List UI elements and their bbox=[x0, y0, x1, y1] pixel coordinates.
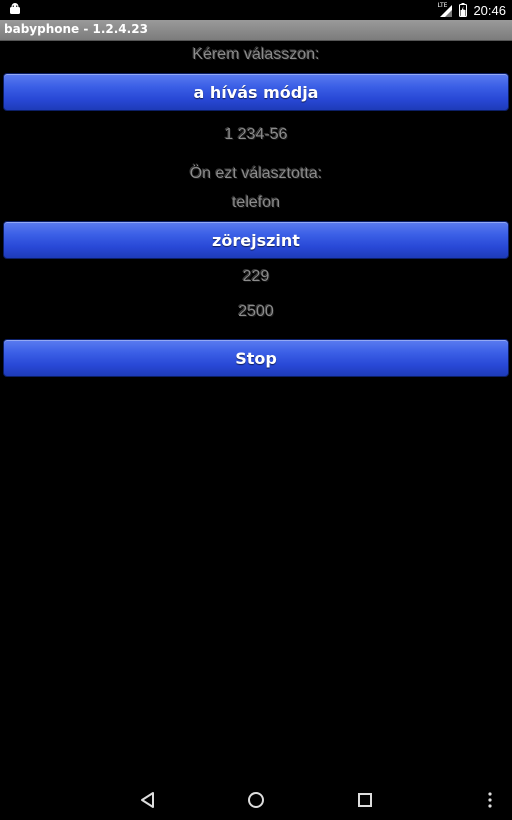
app-title-bar: babyphone - 1.2.4.23 bbox=[0, 20, 512, 41]
noise-level-button[interactable]: zörejszint bbox=[3, 221, 509, 259]
navigation-bar bbox=[0, 780, 512, 820]
prompt-label: Kérem válasszon: bbox=[192, 46, 320, 63]
selected-value: telefon bbox=[231, 194, 281, 211]
recents-icon[interactable] bbox=[355, 790, 375, 810]
overflow-menu-icon[interactable] bbox=[480, 790, 500, 810]
app-title: babyphone - 1.2.4.23 bbox=[4, 22, 148, 36]
threshold-value: 2500 bbox=[238, 303, 274, 320]
status-bar: LTE 20:46 bbox=[0, 0, 512, 20]
screen: LTE 20:46 babyphone - 1.2.4.23 Kérem vál… bbox=[0, 0, 512, 820]
status-right-group: LTE 20:46 bbox=[437, 0, 506, 20]
home-icon[interactable] bbox=[246, 790, 266, 810]
android-notification-icon bbox=[10, 3, 20, 14]
stop-button[interactable]: Stop bbox=[3, 339, 509, 377]
clock: 20:46 bbox=[473, 2, 506, 18]
battery-icon bbox=[459, 3, 468, 17]
signal-icon: LTE bbox=[437, 2, 453, 17]
selected-label: Ön ezt választotta: bbox=[189, 165, 323, 182]
phone-number-text: 1 234-56 bbox=[224, 126, 288, 143]
noise-value: 229 bbox=[242, 268, 270, 285]
back-icon[interactable] bbox=[138, 790, 158, 810]
call-mode-button[interactable]: a hívás módja bbox=[3, 73, 509, 111]
